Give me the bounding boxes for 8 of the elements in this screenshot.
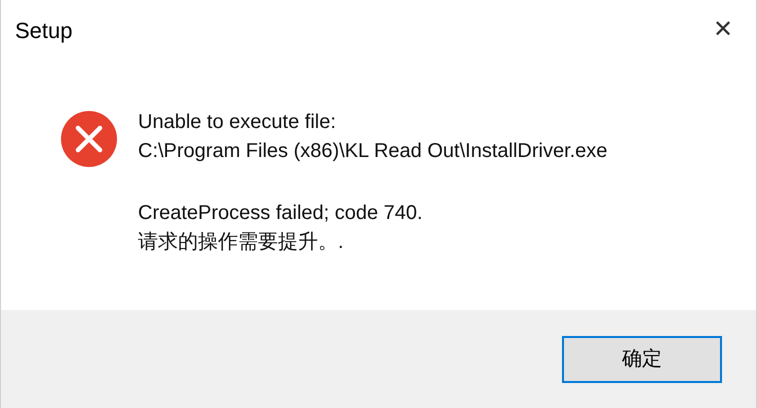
message-text: Unable to execute file:: [138, 110, 337, 135]
message-text: CreateProcess failed; code 740.: [138, 201, 424, 226]
message-text: 请求的操作需要提升。.: [138, 230, 345, 255]
close-button[interactable]: ✕: [700, 10, 746, 50]
message-text: C:\Program Files (x86)\KL Read Out\InstallDriver.exe: [138, 139, 608, 164]
window-title: Setup: [15, 16, 72, 45]
ok-button[interactable]: 确定: [562, 336, 722, 382]
error-icon: [60, 110, 118, 168]
